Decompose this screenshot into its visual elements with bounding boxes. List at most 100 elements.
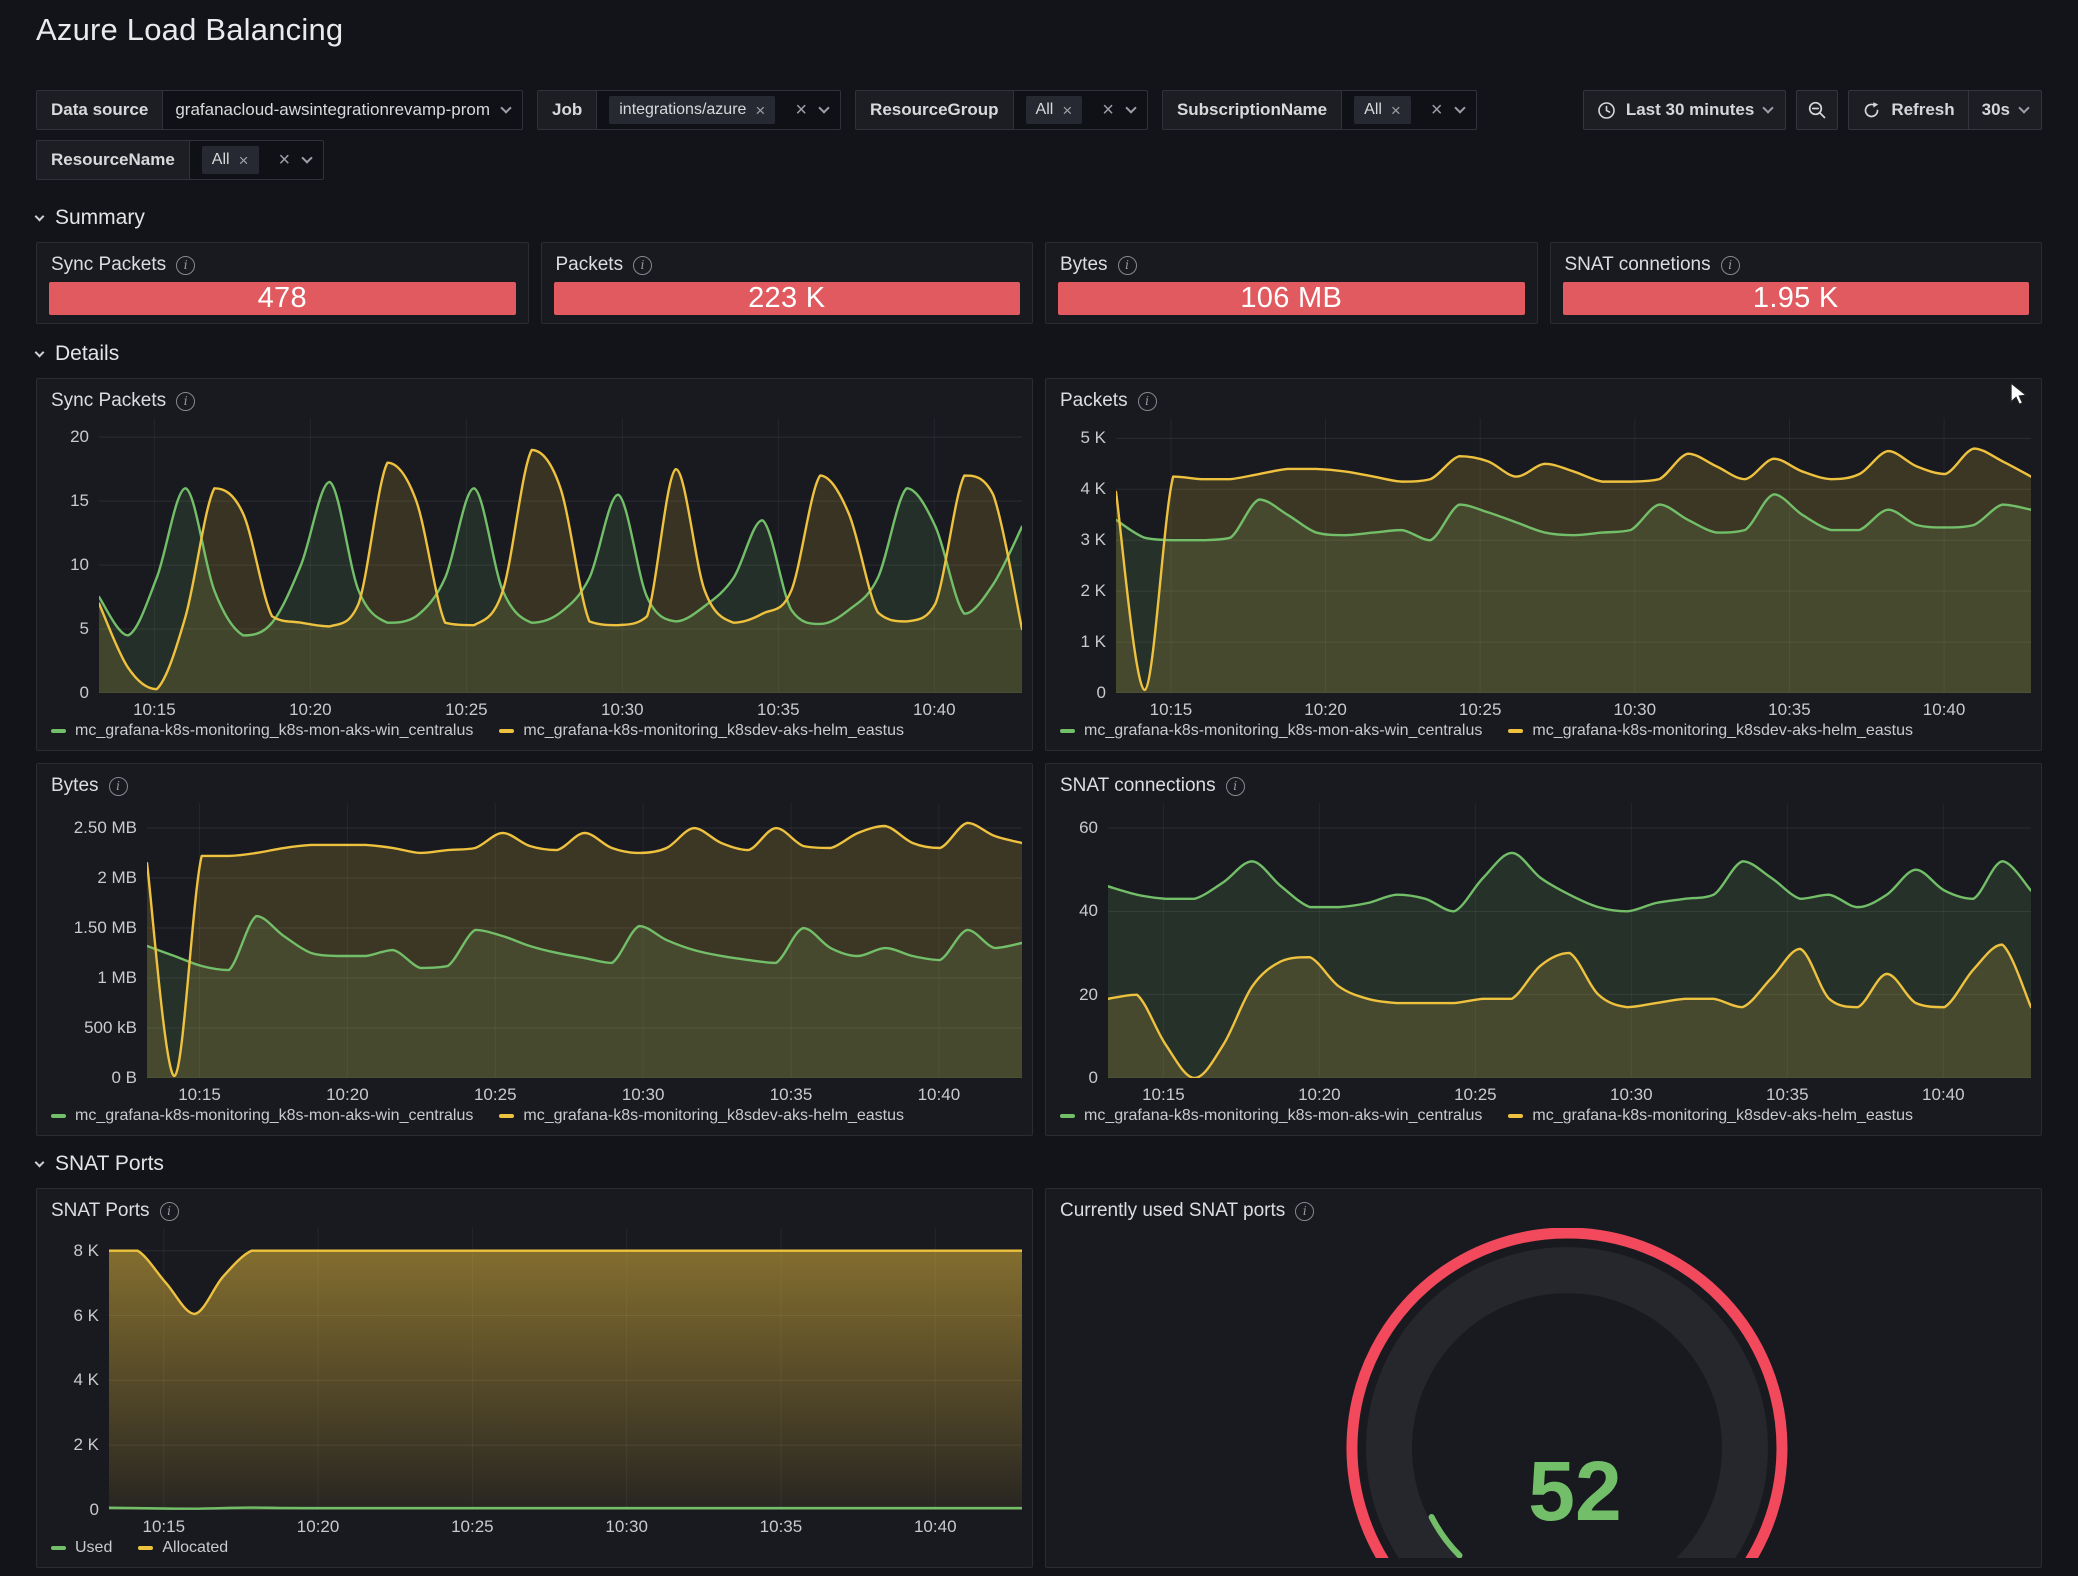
chip-remove-icon[interactable]: × (239, 152, 249, 169)
legend-label: mc_grafana-k8s-monitoring_k8s-mon-aks-wi… (1084, 1107, 1482, 1125)
filter-bar-row2: ResourceName All× × (36, 140, 2042, 180)
info-icon[interactable]: i (1721, 256, 1740, 275)
info-icon[interactable]: i (176, 392, 195, 411)
y-axis: 20151050 (47, 418, 99, 693)
clear-icon[interactable]: × (279, 150, 291, 170)
refresh-label: Refresh (1891, 100, 1954, 120)
time-range-picker[interactable]: Last 30 minutes (1583, 90, 1787, 130)
legend-item[interactable]: mc_grafana-k8s-monitoring_k8s-mon-aks-wi… (51, 1107, 473, 1125)
legend-item[interactable]: mc_grafana-k8s-monitoring_k8s-mon-aks-wi… (51, 722, 473, 740)
panel-title: Packets (556, 254, 624, 276)
legend: mc_grafana-k8s-monitoring_k8s-mon-aks-wi… (1056, 720, 2031, 742)
info-icon[interactable]: i (1118, 256, 1137, 275)
x-axis: 10:1510:2010:2510:3010:3510:40 (99, 693, 1022, 720)
info-icon[interactable]: i (176, 256, 195, 275)
legend-label: mc_grafana-k8s-monitoring_k8sdev-aks-hel… (523, 1107, 904, 1125)
legend-item[interactable]: Allocated (138, 1539, 228, 1557)
panel-title: SNAT connections (1060, 775, 1216, 797)
series-swatch (499, 729, 514, 733)
gauge-chart[interactable]: 52 (1056, 1228, 2031, 1559)
chevron-down-icon[interactable] (1125, 102, 1136, 113)
series-swatch (1060, 1114, 1075, 1118)
section-title: SNAT Ports (55, 1152, 164, 1176)
legend-item[interactable]: mc_grafana-k8s-monitoring_k8sdev-aks-hel… (1508, 1107, 1913, 1125)
info-icon[interactable]: i (109, 777, 128, 796)
time-controls: Last 30 minutes Refresh 30s (1583, 90, 2042, 130)
legend-item[interactable]: mc_grafana-k8s-monitoring_k8sdev-aks-hel… (499, 1107, 904, 1125)
chip-remove-icon[interactable]: × (1062, 102, 1072, 119)
panel-title: Currently used SNAT ports (1060, 1200, 1285, 1222)
y-axis: 8 K6 K4 K2 K0 (47, 1228, 109, 1510)
x-axis: 10:1510:2010:2510:3010:3510:40 (109, 1510, 1022, 1537)
refresh-interval-select[interactable]: 30s (1968, 91, 2041, 129)
time-series-plot[interactable] (99, 418, 1022, 693)
series-swatch (51, 1546, 66, 1550)
legend-label: mc_grafana-k8s-monitoring_k8sdev-aks-hel… (1532, 722, 1913, 740)
chevron-down-icon (35, 212, 45, 222)
panel-packets-chart: Packetsi 5 K4 K3 K2 K1 K0 10:1510:2010:2… (1045, 378, 2042, 751)
chip-remove-icon[interactable]: × (1391, 102, 1401, 119)
legend-label: Allocated (162, 1539, 228, 1557)
resource-name-chip[interactable]: All× (202, 146, 259, 174)
chevron-down-icon[interactable] (1454, 102, 1465, 113)
refresh-button[interactable]: Refresh (1849, 91, 1967, 129)
stat-value: 478 (49, 282, 516, 315)
x-axis: 10:1510:2010:2510:3010:3510:40 (1108, 1078, 2031, 1105)
legend-label: mc_grafana-k8s-monitoring_k8s-mon-aks-wi… (75, 1107, 473, 1125)
filter-resource-group: ResourceGroup All× × (855, 90, 1148, 130)
chevron-down-icon[interactable] (302, 152, 313, 163)
time-series-plot[interactable] (109, 1228, 1022, 1510)
stat-value: 106 MB (1058, 282, 1525, 315)
info-icon[interactable]: i (1138, 392, 1157, 411)
legend-label: mc_grafana-k8s-monitoring_k8sdev-aks-hel… (1532, 1107, 1913, 1125)
clear-icon[interactable]: × (1102, 100, 1114, 120)
panel-snat-gauge: Currently used SNAT ports i 52 (1045, 1188, 2042, 1568)
series-swatch (1508, 729, 1523, 733)
info-icon[interactable]: i (1226, 777, 1245, 796)
chip-label: All (1364, 101, 1382, 119)
time-series-plot[interactable] (1108, 803, 2031, 1078)
legend-item[interactable]: mc_grafana-k8s-monitoring_k8sdev-aks-hel… (1508, 722, 1913, 740)
legend-label: mc_grafana-k8s-monitoring_k8s-mon-aks-wi… (75, 722, 473, 740)
x-axis: 10:1510:2010:2510:3010:3510:40 (1116, 693, 2031, 720)
chevron-down-icon (35, 1158, 45, 1168)
y-axis: 5 K4 K3 K2 K1 K0 (1056, 418, 1116, 693)
zoom-out-button[interactable] (1796, 90, 1838, 130)
filter-label: Job (538, 91, 597, 129)
info-icon[interactable]: i (1295, 1202, 1314, 1221)
panel-title: SNAT connetions (1565, 254, 1711, 276)
summary-stats: Sync Packetsi 478 Packetsi 223 K Bytesi … (36, 242, 2042, 324)
datasource-select[interactable]: grafanacloud-awsintegrationrevamp-prom (163, 91, 522, 129)
resource-group-chip[interactable]: All × (1026, 96, 1083, 124)
chevron-down-icon[interactable] (818, 102, 829, 113)
refresh-icon (1862, 101, 1881, 120)
series-swatch (51, 1114, 66, 1118)
legend-item[interactable]: Used (51, 1539, 112, 1557)
info-icon[interactable]: i (160, 1202, 179, 1221)
chip-label: integrations/azure (619, 101, 746, 119)
legend-item[interactable]: mc_grafana-k8s-monitoring_k8sdev-aks-hel… (499, 722, 904, 740)
chevron-down-icon (35, 348, 45, 358)
section-snat-ports[interactable]: SNAT Ports (36, 1152, 2042, 1176)
legend-item[interactable]: mc_grafana-k8s-monitoring_k8s-mon-aks-wi… (1060, 722, 1482, 740)
clear-icon[interactable]: × (1431, 100, 1443, 120)
series-swatch (51, 729, 66, 733)
legend-item[interactable]: mc_grafana-k8s-monitoring_k8s-mon-aks-wi… (1060, 1107, 1482, 1125)
info-icon[interactable]: i (633, 256, 652, 275)
chip-remove-icon[interactable]: × (755, 102, 765, 119)
job-chip[interactable]: integrations/azure × (609, 96, 775, 124)
time-series-plot[interactable] (1116, 418, 2031, 693)
chevron-down-icon[interactable] (500, 102, 511, 113)
stat-value: 223 K (554, 282, 1021, 315)
subscription-chip[interactable]: All × (1354, 96, 1411, 124)
section-summary[interactable]: Summary (36, 206, 2042, 230)
section-details[interactable]: Details (36, 342, 2042, 366)
panel-sync-packets-chart: Sync Packets i 20151050 10:1510:2010:2510… (36, 378, 1033, 751)
clear-icon[interactable]: × (795, 100, 807, 120)
time-series-plot[interactable] (147, 803, 1022, 1078)
legend: mc_grafana-k8s-monitoring_k8s-mon-aks-wi… (1056, 1105, 2031, 1127)
panel-title: Sync Packets (51, 390, 166, 412)
chip-label: All (1036, 101, 1054, 119)
chevron-down-icon (2018, 102, 2029, 113)
dashboard-page: Azure Load Balancing Data source grafana… (0, 0, 2078, 1576)
